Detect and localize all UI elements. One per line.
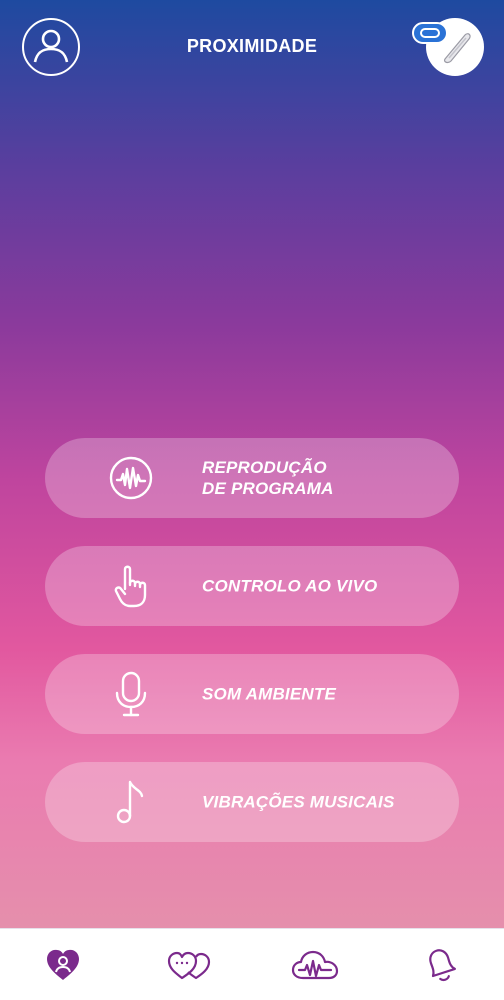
heart-person-icon — [45, 948, 81, 987]
menu-item-label: VIBRAÇÕES MUSICAIS — [202, 792, 395, 812]
waveform-circle-icon — [107, 454, 155, 502]
header: PROXIMIDADE — [0, 0, 504, 100]
tab-sounds[interactable] — [290, 947, 340, 987]
microphone-icon — [107, 670, 155, 718]
menu-item-live-control[interactable]: CONTROLO AO VIVO — [45, 546, 459, 626]
connection-pill-icon — [412, 22, 448, 44]
menu-item-program-playback[interactable]: REPRODUÇÃO DE PROGRAMA — [45, 438, 459, 518]
tab-notifications[interactable] — [416, 947, 466, 987]
music-note-icon — [107, 778, 155, 826]
menu-item-ambient-sound[interactable]: SOM AMBIENTE — [45, 654, 459, 734]
tab-proximity[interactable] — [38, 947, 88, 987]
menu-item-music-vibrations[interactable]: VIBRAÇÕES MUSICAIS — [45, 762, 459, 842]
cloud-wave-icon — [291, 948, 339, 987]
menu-item-label: SOM AMBIENTE — [202, 684, 336, 704]
mode-menu: REPRODUÇÃO DE PROGRAMA CONTROLO AO VIVO — [45, 438, 459, 870]
app-screen: PROXIMIDADE REPRODUÇÃO DE PROGRAMA CONTR… — [0, 0, 504, 928]
tab-social[interactable] — [164, 947, 214, 987]
menu-item-label: CONTROLO AO VIVO — [202, 576, 378, 596]
hand-pointer-icon — [107, 562, 155, 610]
hearts-chat-icon — [166, 948, 212, 987]
bell-icon — [422, 947, 460, 988]
menu-item-label: REPRODUÇÃO DE PROGRAMA — [202, 458, 334, 498]
bottom-tab-bar — [0, 928, 504, 1000]
